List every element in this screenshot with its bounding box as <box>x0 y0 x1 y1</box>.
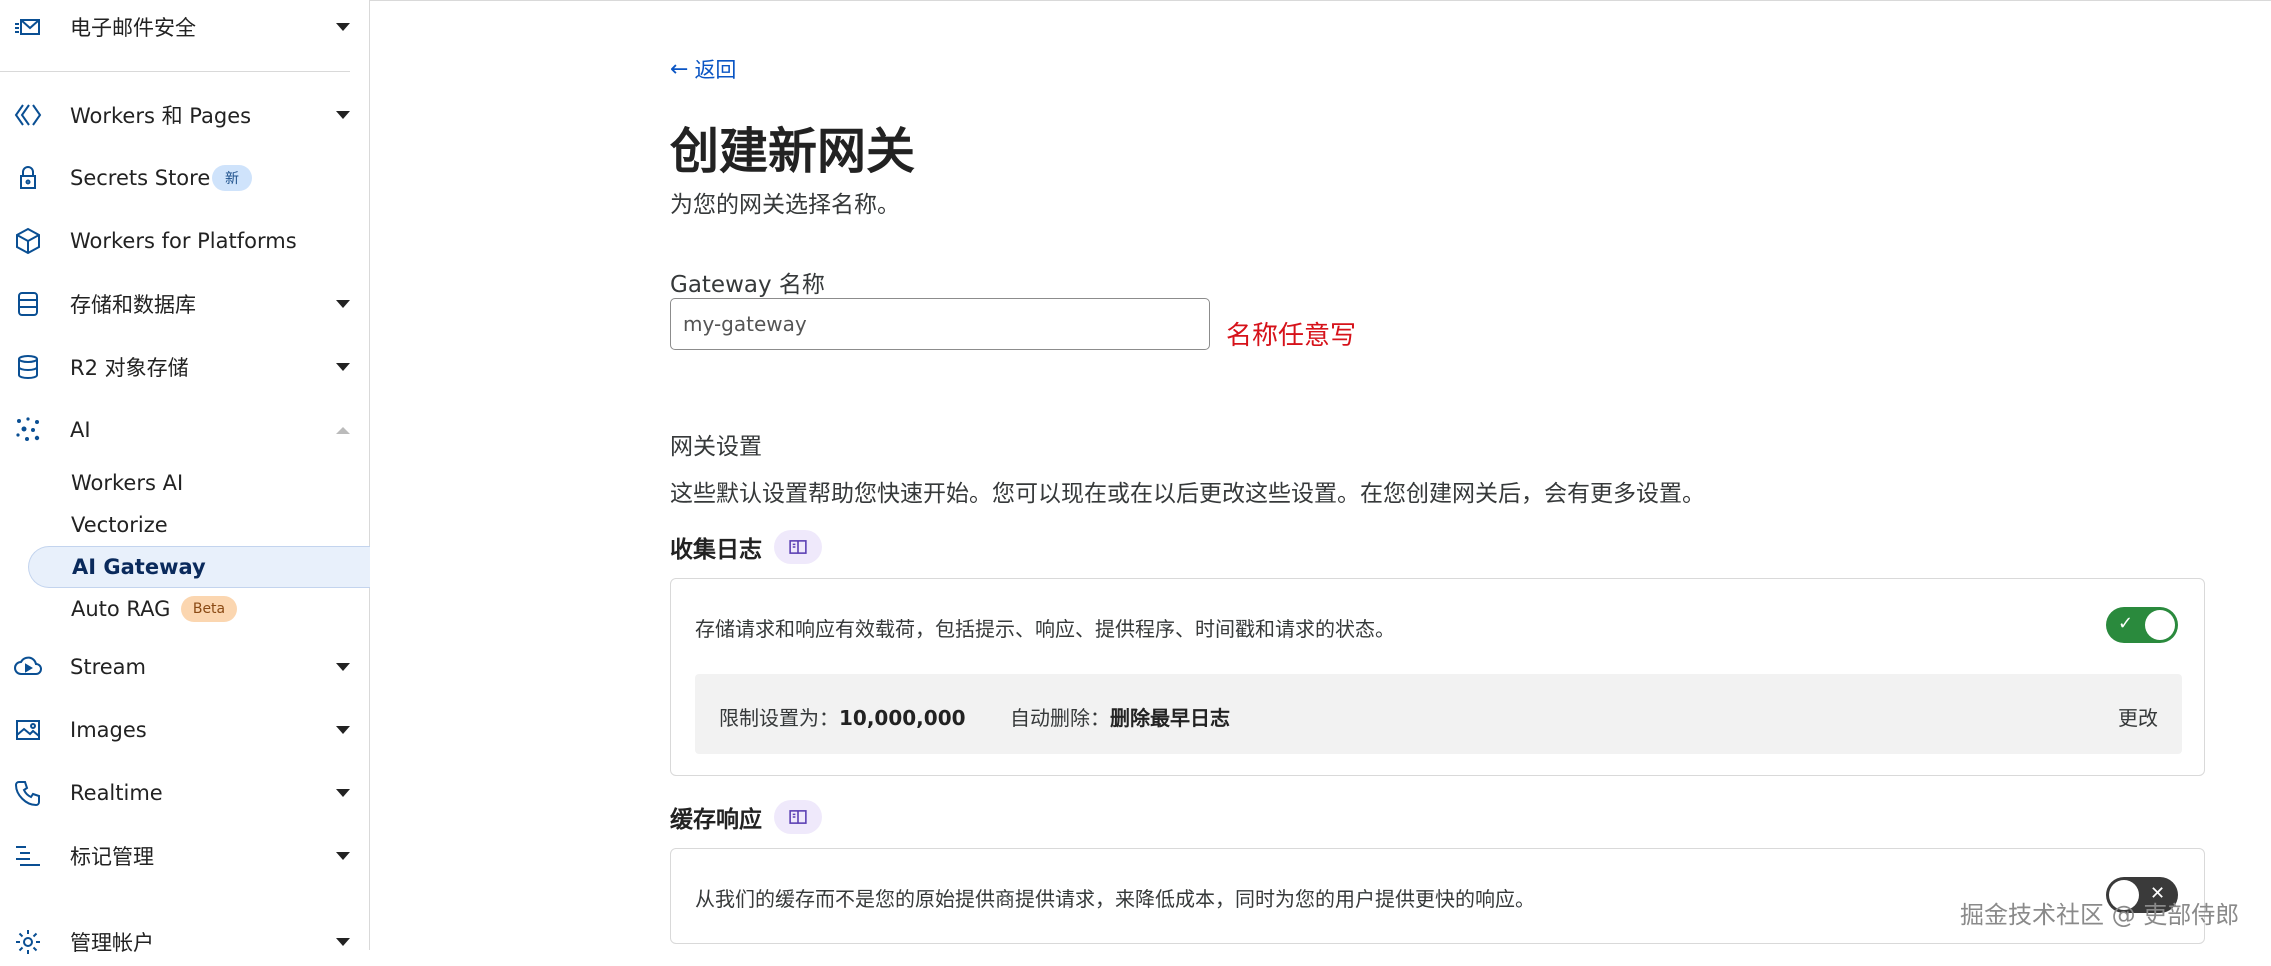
gateway-name-input[interactable] <box>670 298 1210 350</box>
sidebar-item-label: Realtime <box>70 781 163 805</box>
sidebar-item-workers-pages[interactable]: Workers 和 Pages <box>0 91 370 139</box>
chevron-down-icon <box>336 23 350 31</box>
sidebar-item-label: Secrets Store <box>70 166 211 190</box>
chevron-down-icon <box>336 789 350 797</box>
limit-setting: 限制设置为：10,000,000 <box>719 702 966 731</box>
sidebar-item-label: Stream <box>70 655 146 679</box>
cache-responses-label: 缓存响应 <box>670 807 762 833</box>
annotation-text: 名称任意写 <box>1226 321 1357 351</box>
chevron-down-icon <box>336 938 350 946</box>
sparkle-icon <box>13 415 43 445</box>
sidebar-item-workers-ai[interactable]: Workers AI <box>28 462 370 504</box>
check-icon: ✓ <box>2118 613 2134 634</box>
sidebar-item-label: 标记管理 <box>70 845 154 869</box>
auto-delete-setting: 自动删除：删除最早日志 <box>1010 702 1230 731</box>
cloud-play-icon <box>13 652 43 682</box>
sidebar-item-label: Auto RAG <box>71 597 171 621</box>
collect-logs-title: 收集日志 <box>670 530 822 564</box>
mail-icon <box>13 12 43 42</box>
collect-logs-description: 存储请求和响应有效载荷，包括提示、响应、提供程序、时间戳和请求的状态。 <box>695 617 1395 641</box>
sidebar-item-label: AI <box>70 418 91 442</box>
chevron-down-icon <box>336 726 350 734</box>
chevron-up-icon <box>336 426 350 434</box>
sidebar-item-label: Vectorize <box>71 513 168 537</box>
sidebar-item-label: 管理帐户 <box>70 931 154 955</box>
page-title: 创建新网关 <box>670 123 916 180</box>
page-subtitle: 为您的网关选择名称。 <box>670 192 900 218</box>
cache-responses-description: 从我们的缓存而不是您的原始提供商提供请求，来降低成本，同时为您的用户提供更快的响… <box>695 887 1535 911</box>
chevron-down-icon <box>336 663 350 671</box>
sidebar-item-realtime[interactable]: Realtime <box>0 769 370 817</box>
beta-badge: Beta <box>181 596 237 622</box>
sidebar-item-r2[interactable]: R2 对象存储 <box>0 343 370 391</box>
watermark-text: 掘金技术社区 @ 吏部侍郎 <box>1960 901 2240 929</box>
sidebar-item-stream[interactable]: Stream <box>0 643 370 691</box>
chevron-down-icon <box>336 852 350 860</box>
sidebar-item-label: 存储和数据库 <box>70 293 196 317</box>
sidebar-item-workers-for-platforms[interactable]: Workers for Platforms <box>0 217 370 265</box>
cache-responses-title: 缓存响应 <box>670 800 822 834</box>
lock-icon <box>13 163 43 193</box>
database-icon <box>13 289 43 319</box>
sidebar-item-tag-management[interactable]: 标记管理 <box>0 832 370 880</box>
image-icon <box>13 715 43 745</box>
log-limits-panel: 限制设置为：10,000,000 自动删除：删除最早日志 更改 <box>695 674 2182 754</box>
auto-delete-label: 自动删除： <box>1010 706 1110 730</box>
sidebar-item-ai[interactable]: AI <box>0 406 370 454</box>
auto-delete-value: 删除最早日志 <box>1110 706 1230 730</box>
phone-icon <box>13 778 43 808</box>
collect-logs-label: 收集日志 <box>670 537 762 563</box>
change-limits-link[interactable]: 更改 <box>2118 702 2158 731</box>
sidebar-item-auto-rag[interactable]: Auto RAG Beta <box>28 588 370 630</box>
docs-book-icon[interactable] <box>774 800 822 834</box>
sidebar-item-label: 电子邮件安全 <box>70 16 196 40</box>
sidebar-item-email-security[interactable]: 电子邮件安全 <box>0 3 370 51</box>
sidebar-item-manage-account[interactable]: 管理帐户 <box>0 918 370 966</box>
workers-icon <box>13 100 43 130</box>
collect-logs-card: 存储请求和响应有效载荷，包括提示、响应、提供程序、时间戳和请求的状态。 ✓ 限制… <box>670 578 2205 776</box>
gateway-name-label: Gateway 名称 <box>670 272 825 298</box>
storage-icon <box>13 352 43 382</box>
chevron-down-icon <box>336 111 350 119</box>
back-label: 返回 <box>694 58 737 82</box>
sidebar-item-label: Workers for Platforms <box>70 229 297 253</box>
sidebar: 电子邮件安全 Workers 和 Pages Secrets Store 新 W… <box>0 0 370 955</box>
sidebar-item-secrets-store[interactable]: Secrets Store 新 <box>0 154 370 202</box>
main-content: ← 返回 创建新网关 为您的网关选择名称。 Gateway 名称 名称任意写 网… <box>370 0 2271 950</box>
limit-label: 限制设置为： <box>719 706 839 730</box>
sidebar-item-label: R2 对象存储 <box>70 356 189 380</box>
chevron-down-icon <box>336 300 350 308</box>
arrow-left-icon: ← <box>670 56 689 82</box>
settings-heading: 网关设置 <box>670 434 762 460</box>
new-badge: 新 <box>212 165 252 191</box>
sidebar-item-storage-databases[interactable]: 存储和数据库 <box>0 280 370 328</box>
settings-description: 这些默认设置帮助您快速开始。您可以现在或在以后更改这些设置。在您创建网关后，会有… <box>670 481 1705 507</box>
cube-icon <box>13 226 43 256</box>
back-link[interactable]: ← 返回 <box>670 54 736 84</box>
sidebar-item-label: AI Gateway <box>72 555 206 579</box>
chevron-down-icon <box>336 363 350 371</box>
sidebar-item-label: Workers AI <box>71 471 184 495</box>
toggle-knob <box>2145 610 2175 640</box>
docs-book-icon[interactable] <box>774 530 822 564</box>
tag-list-icon <box>13 841 43 871</box>
sidebar-item-label: Images <box>70 718 147 742</box>
sidebar-item-label: Workers 和 Pages <box>70 104 252 128</box>
limit-value: 10,000,000 <box>839 706 966 730</box>
sidebar-item-ai-gateway[interactable]: AI Gateway <box>28 546 370 588</box>
sidebar-item-images[interactable]: Images <box>0 706 370 754</box>
gear-icon <box>13 927 43 957</box>
sidebar-item-vectorize[interactable]: Vectorize <box>28 504 370 546</box>
sidebar-divider <box>0 71 350 72</box>
collect-logs-toggle[interactable]: ✓ <box>2106 607 2178 643</box>
